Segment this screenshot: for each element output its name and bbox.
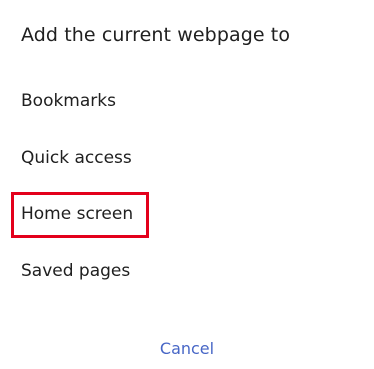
option-quick-access[interactable]: Quick access bbox=[0, 135, 374, 185]
dialog-title: Add the current webpage to bbox=[21, 24, 291, 46]
add-webpage-dialog: Add the current webpage to Bookmarks Qui… bbox=[0, 0, 374, 369]
cancel-label: Cancel bbox=[159, 339, 215, 358]
option-label: Quick access bbox=[21, 148, 132, 168]
option-bookmarks[interactable]: Bookmarks bbox=[0, 78, 374, 128]
option-label: Bookmarks bbox=[21, 91, 116, 111]
option-label: Saved pages bbox=[21, 261, 131, 281]
highlight-box bbox=[11, 192, 149, 238]
option-saved-pages[interactable]: Saved pages bbox=[0, 248, 374, 298]
cancel-button[interactable]: Cancel bbox=[0, 331, 374, 367]
